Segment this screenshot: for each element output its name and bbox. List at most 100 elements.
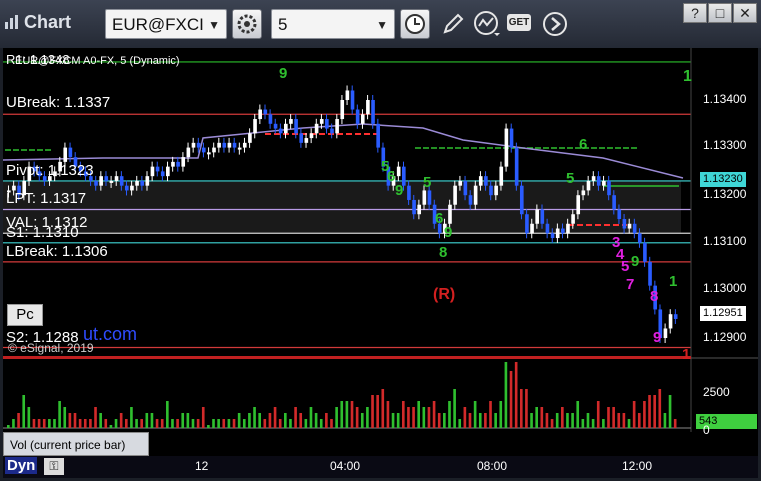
volume-bar: [602, 419, 605, 428]
volume-bar: [89, 419, 92, 428]
price-tick: 1.13400: [703, 92, 747, 106]
volume-bar: [576, 401, 580, 428]
volume-bar: [140, 419, 144, 428]
candle-body: [499, 166, 504, 186]
candle-body: [186, 147, 191, 158]
volume-bar: [73, 413, 77, 428]
volume-bar: [468, 413, 472, 428]
volume-bar: [586, 413, 590, 428]
volume-bar: [114, 419, 118, 428]
candle-body: [576, 195, 581, 215]
volume-tab[interactable]: Vol (current price bar): [3, 432, 149, 456]
volume-bar: [371, 395, 374, 428]
volume-bar: [63, 407, 67, 428]
level-label-s1: S1: 1.1310: [6, 224, 79, 241]
interval-combo[interactable]: 5 ▼: [271, 9, 395, 39]
volume-bar: [119, 413, 123, 428]
volume-bar: [478, 413, 482, 428]
minimize-button[interactable]: ?: [683, 3, 707, 23]
candle-body: [448, 204, 452, 224]
volume-bar: [299, 413, 303, 428]
get-icon[interactable]: GET: [507, 14, 531, 31]
candle-body: [484, 176, 488, 186]
candle-body: [663, 328, 668, 338]
restore-button[interactable]: □: [708, 3, 732, 23]
candle-body: [196, 142, 201, 148]
seq-green: 1: [669, 273, 678, 290]
candle-body: [150, 166, 155, 177]
candle-body: [325, 119, 329, 129]
candle-body: [263, 109, 268, 115]
volume-bar: [201, 407, 205, 428]
candle-body: [519, 185, 524, 215]
seq-green: 8: [439, 244, 448, 261]
volume-bar: [212, 419, 215, 428]
reversal-marker: (R): [433, 286, 456, 303]
copyright: © eSignal, 2019: [8, 341, 94, 355]
volume-bar: [673, 419, 677, 428]
volume-bar: [366, 407, 369, 428]
chevron-down-icon[interactable]: ▼: [376, 10, 388, 40]
volume-bar: [463, 407, 467, 428]
volume-bar: [335, 407, 338, 428]
candle-body: [171, 161, 175, 167]
candle-body: [294, 119, 298, 134]
next-icon[interactable]: [540, 9, 570, 39]
volume-bar: [304, 419, 308, 428]
volume-bar: [83, 419, 87, 428]
seq-green-r1: 1: [683, 68, 692, 85]
volume-bar: [196, 419, 200, 428]
pencil-icon[interactable]: [440, 11, 466, 37]
settings-button[interactable]: [232, 9, 262, 39]
dyn-label[interactable]: Dyn: [5, 457, 38, 474]
volume-bar: [540, 407, 544, 428]
symbol-combo[interactable]: EUR@FXCI ▼: [105, 9, 227, 39]
volume-bar: [104, 419, 108, 428]
candle-body: [489, 185, 493, 196]
candle-body: [591, 176, 596, 181]
indicator-icon[interactable]: [472, 9, 502, 39]
candle-body: [581, 190, 586, 196]
volume-bar: [12, 419, 15, 428]
candle-body: [643, 242, 647, 262]
volume-bar: [581, 419, 585, 428]
candle-body: [617, 209, 622, 219]
volume-bar: [145, 413, 149, 428]
volume-bar: [17, 413, 20, 428]
candle-body: [335, 119, 339, 134]
volume-bar: [294, 407, 297, 428]
time-button[interactable]: [400, 9, 430, 39]
lock-icon[interactable]: ⚿: [44, 458, 64, 475]
candle-body: [217, 142, 221, 148]
candle-body: [253, 119, 257, 134]
candle-body: [278, 128, 283, 134]
volume-bar: [525, 389, 528, 428]
candle-body: [345, 90, 350, 100]
volume-bar: [222, 419, 226, 428]
volume-bar: [571, 413, 574, 428]
pc-button[interactable]: Pc: [7, 304, 43, 326]
volume-bar: [530, 413, 533, 428]
price-chart[interactable]: [3, 48, 758, 478]
candle-body: [212, 147, 216, 153]
volume-bar: [514, 362, 518, 428]
volume-bar: [94, 407, 97, 428]
candle-body: [284, 123, 288, 134]
volume-bar: [494, 413, 497, 428]
candle-body: [360, 114, 365, 124]
volume-bar: [591, 419, 595, 428]
volume-bar: [325, 413, 328, 428]
candle-body: [248, 133, 252, 143]
candle-body: [632, 223, 637, 234]
close-button[interactable]: ✕: [733, 3, 757, 23]
price-tick: 1.13300: [703, 138, 747, 152]
volume-bar: [263, 419, 267, 428]
candle-body: [330, 128, 334, 134]
candle-body: [525, 214, 529, 234]
window-title: Chart: [24, 12, 72, 32]
candle-body: [463, 180, 468, 196]
chart-area[interactable]: R1: 1.1348 EUR@FXCM A0-FX, 5 (Dynamic) U…: [3, 48, 758, 478]
candle-body: [535, 209, 539, 224]
chevron-down-icon[interactable]: ▼: [208, 10, 220, 40]
volume-bar: [499, 401, 503, 428]
